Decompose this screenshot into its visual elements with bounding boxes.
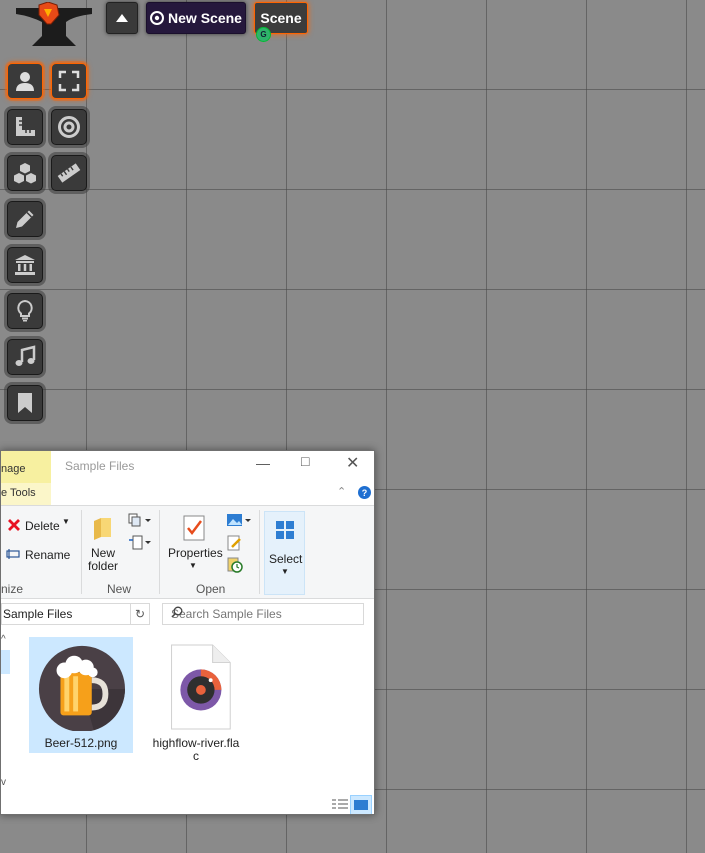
- collapse-navigation-button[interactable]: [106, 2, 138, 34]
- address-bar[interactable]: Sample Files ⌄: [1, 603, 131, 625]
- new-item-icon: [128, 513, 151, 527]
- edit-button[interactable]: [225, 534, 245, 552]
- edit-icon: [227, 535, 241, 551]
- file-explorer-window[interactable]: nage Sample Files — □ ✕ e Tools ⌃ ? Dele…: [0, 450, 375, 815]
- properties-button[interactable]: Properties ▼: [165, 512, 223, 572]
- ruler-button[interactable]: [51, 155, 87, 191]
- measure-controls-button[interactable]: [7, 109, 43, 145]
- expand-icon: [58, 70, 80, 92]
- collapse-ribbon-chevron-icon[interactable]: ⌃: [337, 485, 346, 498]
- journal-controls-button[interactable]: [7, 247, 43, 283]
- token-controls-button[interactable]: [7, 63, 43, 99]
- history-icon: [227, 557, 243, 573]
- ribbon-separator: [159, 510, 160, 594]
- select-dropdown-icon: ▼: [281, 567, 289, 576]
- refresh-icon: ↻: [134, 607, 146, 621]
- manage-tab-label: nage: [1, 463, 26, 475]
- select-grid-icon: [276, 521, 294, 539]
- scroll-up-icon[interactable]: ^: [1, 634, 6, 645]
- ribbon-tab-row: e Tools: [1, 483, 374, 505]
- expand-controls-button[interactable]: [51, 63, 87, 99]
- easy-access-icon: [129, 535, 151, 550]
- audio-file-thumbnail: [171, 644, 231, 730]
- title-bar[interactable]: nage Sample Files — □ ✕: [1, 451, 374, 483]
- history-button[interactable]: [225, 556, 245, 574]
- ruler-square-icon: [16, 117, 35, 136]
- new-folder-label-1: New: [91, 546, 116, 560]
- new-scene-button[interactable]: New Scene: [146, 2, 246, 34]
- drawing-controls-button[interactable]: [7, 201, 43, 237]
- properties-label: Properties: [168, 546, 223, 560]
- ribbon-separator: [81, 510, 82, 594]
- details-view-icon[interactable]: [331, 797, 349, 811]
- chevron-down-icon[interactable]: ⌄: [3, 607, 126, 618]
- file-name-flac-2: c: [193, 749, 199, 763]
- open-button[interactable]: [225, 512, 255, 530]
- select-button[interactable]: Select ▼: [264, 511, 305, 595]
- large-icons-view-icon[interactable]: [350, 795, 372, 815]
- delete-button[interactable]: Delete ▼: [6, 517, 74, 535]
- cubes-icon: [14, 163, 36, 184]
- open-picture-icon: [227, 514, 251, 526]
- tile-controls-button[interactable]: [7, 155, 43, 191]
- gm-badge: G: [256, 27, 271, 42]
- user-icon: [16, 72, 34, 91]
- minimize-icon[interactable]: —: [256, 455, 270, 471]
- easy-access-button[interactable]: [127, 534, 153, 552]
- picture-tools-tab[interactable]: e Tools: [1, 483, 51, 505]
- file-item-beer[interactable]: Beer-512.png: [29, 637, 133, 753]
- lightbulb-icon: [17, 299, 33, 322]
- notes-controls-button[interactable]: [7, 385, 43, 421]
- new-scene-label: New Scene: [168, 10, 242, 26]
- new-folder-button[interactable]: New folder: [85, 512, 123, 573]
- search-input[interactable]: Search Sample Files: [162, 603, 364, 625]
- properties-dropdown-icon: ▼: [189, 561, 197, 570]
- sound-controls-button[interactable]: [7, 339, 43, 375]
- ribbon: Delete ▼ Rename nize New folder New Prop…: [1, 505, 374, 599]
- lighting-controls-button[interactable]: [7, 293, 43, 329]
- bookmark-icon: [18, 393, 32, 413]
- rename-button[interactable]: Rename: [4, 546, 72, 564]
- ribbon-separator: [259, 510, 260, 594]
- open-group-label: Open: [196, 582, 226, 596]
- properties-check-icon: [183, 515, 205, 541]
- picture-tools-label: e Tools: [1, 487, 36, 499]
- beer-mug-thumbnail: [38, 645, 125, 731]
- window-title: Sample Files: [65, 459, 135, 473]
- foundry-anvil-logo: [14, 1, 94, 52]
- new-folder-label-2: folder: [88, 559, 119, 573]
- manage-context-tab[interactable]: nage: [1, 451, 51, 483]
- rename-label: Rename: [25, 548, 71, 562]
- caret-up-icon: [116, 14, 128, 22]
- music-note-icon: [15, 345, 36, 366]
- close-icon[interactable]: ✕: [346, 453, 359, 473]
- red-x-icon: [8, 519, 20, 531]
- rename-icon: [6, 549, 20, 559]
- help-icon[interactable]: ?: [358, 486, 371, 499]
- new-group-label: New: [107, 582, 132, 596]
- select-label: Select: [269, 552, 303, 566]
- bullseye-icon: [150, 11, 165, 25]
- file-item-flac[interactable]: highflow-river.fla c: [144, 637, 248, 763]
- file-name-beer: Beer-512.png: [44, 736, 118, 750]
- landmark-icon: [15, 255, 35, 275]
- refresh-button[interactable]: ↻: [131, 603, 150, 625]
- maximize-icon[interactable]: □: [301, 453, 309, 469]
- pencil-icon: [16, 210, 34, 228]
- organize-group-label: nize: [1, 582, 24, 596]
- delete-label: Delete: [25, 519, 60, 533]
- scroll-down-icon[interactable]: v: [1, 777, 6, 788]
- dropdown-arrow-icon: ▼: [62, 517, 70, 526]
- new-item-button[interactable]: [127, 512, 153, 530]
- folder-icon: [94, 518, 111, 540]
- target-button[interactable]: [51, 109, 87, 145]
- ruler-icon: [57, 163, 81, 183]
- nav-selected-item[interactable]: [1, 650, 10, 674]
- scene-label: Scene: [260, 10, 302, 26]
- target-icon: [58, 116, 80, 138]
- search-icon: [171, 606, 357, 621]
